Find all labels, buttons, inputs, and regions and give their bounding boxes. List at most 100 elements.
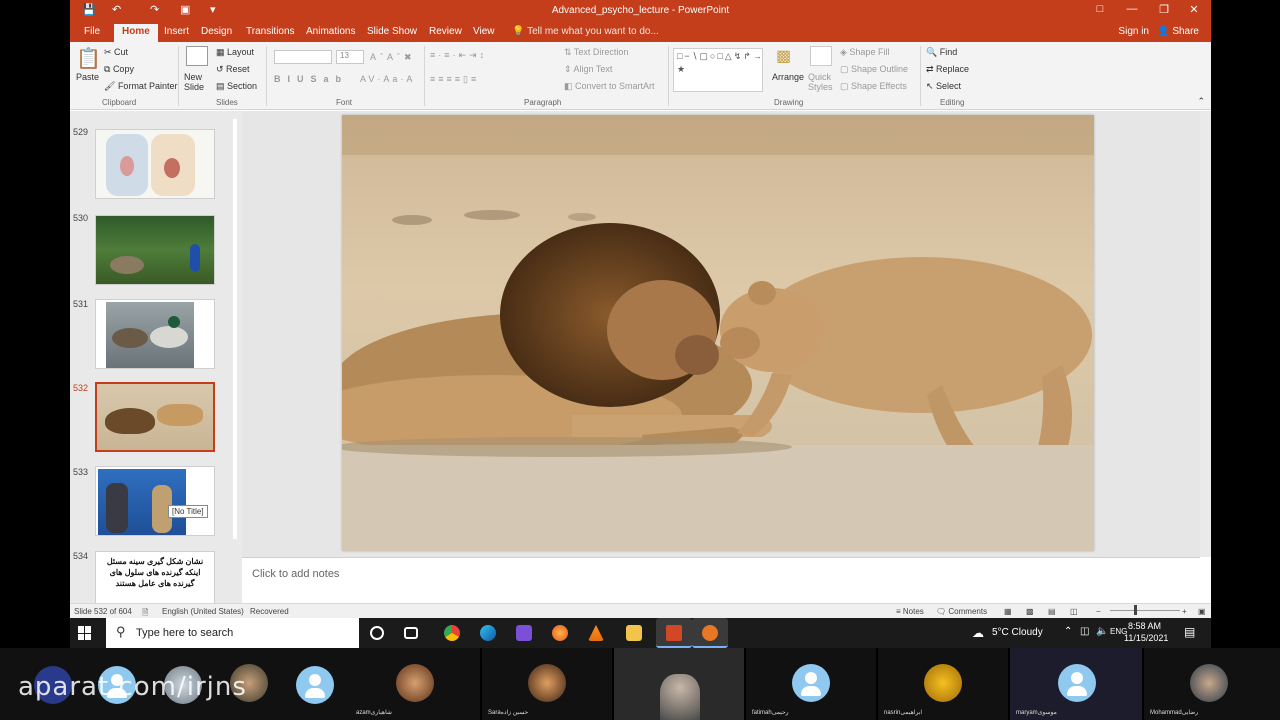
logo-pane xyxy=(85,633,91,640)
ribbon-display-options-icon[interactable]: □ xyxy=(1085,3,1115,15)
visual-studio-icon[interactable] xyxy=(516,625,532,641)
tab-review[interactable]: Review xyxy=(429,26,462,37)
new-slide-icon[interactable] xyxy=(186,46,208,66)
sign-in-link[interactable]: Sign in xyxy=(1118,26,1149,37)
scrollbar-thumb[interactable] xyxy=(233,119,237,539)
task-view-icon[interactable] xyxy=(404,627,418,639)
list-buttons[interactable]: ≡·≡·⇤⇥↕ xyxy=(430,50,487,61)
text-direction-button[interactable]: ⇅ Text Direction xyxy=(564,47,628,58)
reading-view-icon[interactable]: ▤ xyxy=(1048,607,1056,616)
quick-styles-icon[interactable] xyxy=(810,46,832,66)
file-explorer-icon[interactable] xyxy=(626,625,642,641)
font-size-box[interactable]: 13 xyxy=(336,50,364,64)
zoom-slider[interactable] xyxy=(1110,610,1180,611)
font-color-buttons[interactable]: AV·Aa·A xyxy=(360,74,415,84)
slide-thumbnail-530[interactable] xyxy=(95,215,215,285)
slide-thumbnail-534[interactable]: نشان شکل گیری سینه مسئل اینکه گیرنده های… xyxy=(95,551,215,603)
new-slide-button[interactable]: New Slide xyxy=(184,72,212,92)
collapse-ribbon-icon[interactable]: ⌃ xyxy=(1197,96,1205,107)
align-text-button[interactable]: ⇕ Align Text xyxy=(564,64,612,75)
quick-styles-button[interactable]: Quick Styles xyxy=(808,72,838,92)
font-name-box[interactable] xyxy=(274,50,332,64)
slide-thumbnail-531[interactable] xyxy=(95,299,215,369)
zoom-slider-handle[interactable] xyxy=(1134,605,1137,615)
tell-me-search[interactable]: 💡 Tell me what you want to do... xyxy=(512,26,659,37)
slide-thumbnail-529[interactable] xyxy=(95,129,215,199)
taskbar-search-box[interactable]: ⚲ Type here to search xyxy=(106,618,359,648)
volume-icon[interactable]: 🔈 xyxy=(1096,626,1108,637)
select-button[interactable]: ↖ Select xyxy=(926,81,961,92)
participant-tile[interactable]: fatimahرحیمی xyxy=(746,648,876,720)
reset-button[interactable]: ↺ Reset xyxy=(216,64,250,75)
restore-icon[interactable]: ❐ xyxy=(1149,3,1179,16)
tab-view[interactable]: View xyxy=(473,26,495,37)
slide-thumbnail-533[interactable]: [No Title] xyxy=(95,466,215,536)
participant-tile[interactable]: Mohammadرضایی xyxy=(1144,648,1280,720)
paste-icon[interactable]: 📋 xyxy=(76,46,101,71)
powerpoint-window: 💾 ↶ ↷ ▣ ▾ Advanced_psycho_lecture - Powe… xyxy=(70,0,1211,648)
slide-vertical-scrollbar[interactable] xyxy=(1200,111,1211,557)
tab-slide-show[interactable]: Slide Show xyxy=(367,26,417,37)
shape-fill-button[interactable]: ◈ Shape Fill xyxy=(840,47,889,58)
notes-pane[interactable]: Click to add notes xyxy=(242,557,1200,603)
shape-effects-button[interactable]: ▢ Shape Effects xyxy=(840,81,907,92)
tab-animations[interactable]: Animations xyxy=(306,26,355,37)
notes-toggle[interactable]: ≡ Notes xyxy=(896,607,924,616)
comments-toggle[interactable]: 🗨 Comments xyxy=(936,607,987,616)
powerpoint-taskbar-button[interactable] xyxy=(656,618,692,648)
share-button[interactable]: 👤 Share xyxy=(1157,26,1199,37)
font-format-buttons[interactable]: BIUSab xyxy=(274,74,348,84)
close-icon[interactable]: ✕ xyxy=(1179,3,1209,16)
vlc-icon[interactable] xyxy=(588,625,604,641)
current-slide[interactable] xyxy=(342,115,1094,551)
cortana-icon[interactable] xyxy=(370,626,384,640)
replace-button[interactable]: ⇄ Replace xyxy=(926,64,969,75)
participant-tile[interactable]: Saraحسین زاده xyxy=(482,648,612,720)
app-taskbar-button[interactable] xyxy=(692,618,728,648)
participant-tile[interactable]: nasrinابراهیمی xyxy=(878,648,1008,720)
tab-file[interactable]: File xyxy=(84,26,100,37)
format-painter-button[interactable]: 🖌 Format Painter xyxy=(104,81,177,92)
windows-start-icon[interactable] xyxy=(78,626,92,640)
participant-video-tile[interactable] xyxy=(614,648,744,720)
network-icon[interactable]: ◫ xyxy=(1080,626,1089,637)
section-button[interactable]: ▤ Section xyxy=(216,81,257,92)
slide-thumbnail-532[interactable] xyxy=(95,382,215,452)
clock-time[interactable]: 8:58 AM xyxy=(1128,621,1161,631)
participant-tile[interactable]: maryamموسوی xyxy=(1010,648,1142,720)
zoom-out-icon[interactable]: − xyxy=(1096,607,1101,616)
fit-to-window-icon[interactable]: ▣ xyxy=(1198,607,1206,616)
convert-smartart-button[interactable]: ◧ Convert to SmartArt xyxy=(564,81,655,92)
tab-insert[interactable]: Insert xyxy=(164,26,189,37)
chrome-icon[interactable] xyxy=(444,625,460,641)
tab-design[interactable]: Design xyxy=(201,26,232,37)
cut-button[interactable]: ✂ Cut xyxy=(104,47,128,58)
tab-transitions[interactable]: Transitions xyxy=(246,26,295,37)
minimize-icon[interactable]: — xyxy=(1117,3,1147,15)
arrange-button[interactable]: Arrange xyxy=(772,72,804,82)
copy-button[interactable]: ⧉ Copy xyxy=(104,64,134,75)
thumbnails-scrollbar[interactable] xyxy=(230,111,240,603)
paste-button[interactable]: Paste xyxy=(76,72,99,82)
language-status[interactable]: English (United States) xyxy=(162,607,244,616)
shapes-gallery[interactable]: □−∖▢○□△↯↱→⇦☆↳↺{}★ xyxy=(673,48,763,92)
tray-overflow-icon[interactable]: ⌃ xyxy=(1064,626,1072,637)
tab-home[interactable]: Home xyxy=(114,24,158,42)
firefox-icon[interactable] xyxy=(552,625,568,641)
normal-view-icon[interactable]: ▦ xyxy=(1004,607,1012,616)
clock-date[interactable]: 11/15/2021 xyxy=(1124,633,1168,643)
slide-number: 530 xyxy=(73,213,89,223)
arrange-icon[interactable]: ▩ xyxy=(776,46,791,66)
zoom-in-icon[interactable]: + xyxy=(1182,607,1187,616)
participant-tile[interactable]: azamشاهیاری xyxy=(350,648,480,720)
font-size-buttons[interactable]: AˆAˇ✖ xyxy=(370,52,416,63)
align-buttons[interactable]: ≡≡≡≡▯≡ xyxy=(430,74,479,85)
notifications-icon[interactable]: ▤ xyxy=(1184,625,1195,639)
weather-text[interactable]: 5°C Cloudy xyxy=(992,627,1043,638)
slide-sorter-icon[interactable]: ▩ xyxy=(1026,607,1034,616)
layout-button[interactable]: ▦ Layout xyxy=(216,47,254,58)
shape-outline-button[interactable]: ▢ Shape Outline xyxy=(840,64,908,75)
find-button[interactable]: 🔍 Find xyxy=(926,47,957,58)
edge-icon[interactable] xyxy=(480,625,496,641)
slideshow-icon[interactable]: ◫ xyxy=(1070,607,1078,616)
